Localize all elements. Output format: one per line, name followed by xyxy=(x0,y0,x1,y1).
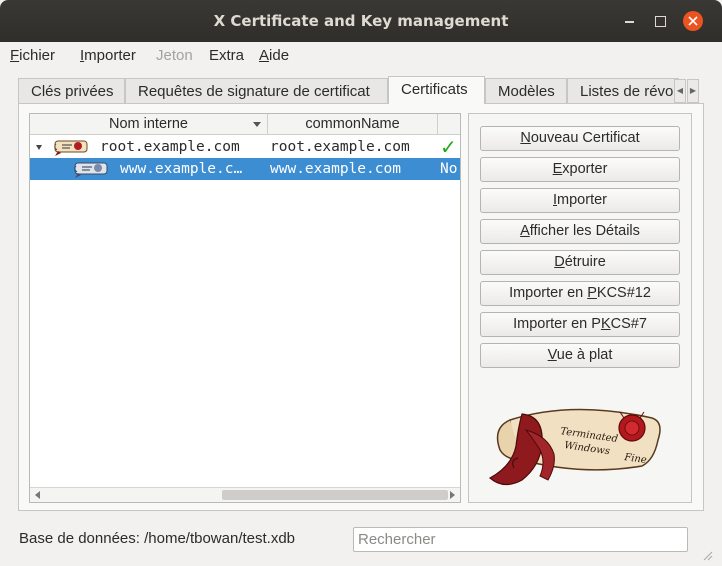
vue-a-plat-button[interactable]: Vue à plat xyxy=(480,343,680,368)
window-title: X Certificate and Key management xyxy=(213,12,509,30)
tab-scroll-left-icon[interactable]: ◀ xyxy=(674,79,686,103)
close-icon[interactable] xyxy=(683,11,703,31)
exporter-button[interactable]: Exporter xyxy=(480,157,680,182)
tab-requetes[interactable]: Requêtes de signature de certificat xyxy=(125,78,388,104)
certificate-tree[interactable]: Nom interne commonName root.example.com … xyxy=(29,113,461,503)
cell-nom-interne: www.example.c… xyxy=(120,161,243,177)
minimize-icon[interactable] xyxy=(620,11,640,31)
valid-check-icon: ✓ xyxy=(440,136,457,158)
menu-aide[interactable]: Aide xyxy=(259,47,289,64)
title-bar[interactable]: X Certificate and Key management xyxy=(0,0,722,42)
menu-fichier[interactable]: Fichier xyxy=(10,47,55,64)
importer-pkcs12-button[interactable]: Importer en PKCS#12 xyxy=(480,281,680,306)
maximize-icon[interactable] xyxy=(650,11,670,31)
database-path-label: Base de données: /home/tbowan/test.xdb xyxy=(19,530,296,547)
cell-commonname: www.example.com xyxy=(270,161,401,177)
tab-modeles[interactable]: Modèles xyxy=(485,78,567,104)
certificate-scroll-logo: Terminated Windows Fine xyxy=(488,408,661,486)
scroll-right-icon[interactable] xyxy=(450,491,455,499)
cell-commonname: root.example.com xyxy=(270,139,410,155)
menu-importer[interactable]: Importer xyxy=(80,47,136,64)
certificate-icon xyxy=(54,140,88,156)
tab-cles-privees[interactable]: Clés privées xyxy=(18,78,125,104)
cell-nom-interne: root.example.com xyxy=(100,139,240,155)
tab-scroll-right-icon[interactable]: ▶ xyxy=(687,79,699,103)
column-header-commonname[interactable]: commonName xyxy=(268,114,438,134)
menu-jeton: Jeton xyxy=(156,47,193,64)
horizontal-scrollbar[interactable] xyxy=(30,487,460,502)
tree-header: Nom interne commonName xyxy=(30,114,460,135)
column-header-nom-interne[interactable]: Nom interne xyxy=(30,114,268,134)
importer-pkcs7-button[interactable]: Importer en PKCS#7 xyxy=(480,312,680,337)
expand-arrow-icon[interactable] xyxy=(36,145,42,150)
tab-certificats[interactable]: Certificats xyxy=(388,76,485,104)
detruire-button[interactable]: Détruire xyxy=(480,250,680,275)
resize-grip-icon[interactable] xyxy=(700,548,714,562)
scrollbar-thumb[interactable] xyxy=(222,490,448,500)
tree-row[interactable]: root.example.com root.example.com ✓ xyxy=(30,136,460,158)
cell-extra: No xyxy=(440,161,458,177)
afficher-details-button[interactable]: Afficher les Détails xyxy=(480,219,680,244)
tab-bar: Clés privées Requêtes de signature de ce… xyxy=(18,76,704,104)
tab-listes-revocation[interactable]: Listes de révo xyxy=(567,78,679,104)
nouveau-certificat-button[interactable]: Nouveau Certificat xyxy=(480,126,680,151)
column-header-extra[interactable] xyxy=(438,114,460,134)
scroll-left-icon[interactable] xyxy=(35,491,40,499)
menu-bar: Fichier Importer Jeton Extra Aide xyxy=(10,44,712,68)
certificate-icon xyxy=(74,162,108,178)
sort-arrow-icon xyxy=(253,122,261,127)
importer-button[interactable]: Importer xyxy=(480,188,680,213)
menu-extra[interactable]: Extra xyxy=(209,47,244,64)
search-input[interactable] xyxy=(353,527,688,552)
tree-row-selected[interactable]: www.example.c… www.example.com No xyxy=(30,158,460,180)
